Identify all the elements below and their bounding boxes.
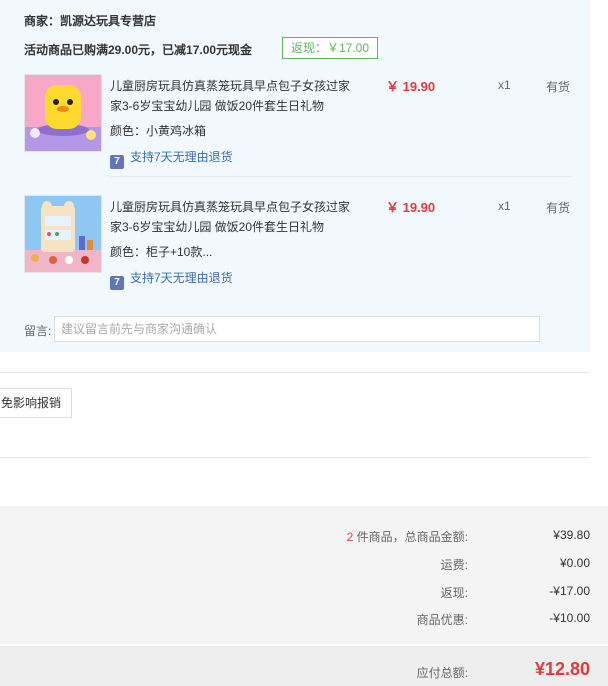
order-summary: 2 件商品，总商品金额: ¥39.80 运费: ¥0.00 返现: -¥17.0… [0,506,608,644]
product-thumbnail[interactable] [24,74,102,152]
shipping-row: 运费: ¥0.00 [0,556,608,576]
cashback-value: -¥17.00 [549,584,590,598]
product-quantity: x1 [498,78,511,92]
divider [0,372,590,373]
discount-value: -¥10.00 [549,611,590,625]
payable-value: ¥12.80 [534,659,590,679]
kitchen-cabinet-image [25,196,101,272]
list-item: 儿童厨房玩具仿真蒸笼玩具早点包子女孩过家家3-6岁宝宝幼儿园 做饭20件套生日礼… [24,74,572,174]
payable-label: 应付总额: [416,666,468,680]
cashback-label: 返现: [440,586,468,600]
invoice-option-button[interactable]: 免影响报销 [0,388,73,418]
goods-total-row: 2 件商品，总商品金额: ¥39.80 [0,528,608,548]
cashback-row: 返现: -¥17.00 [0,584,608,604]
return-policy: 7 支持7天无理由退货 [110,269,233,290]
product-title[interactable]: 儿童厨房玩具仿真蒸笼玩具早点包子女孩过家家3-6岁宝宝幼儿园 做饭20件套生日礼… [110,197,360,237]
promo-text: 活动商品已购满29.00元，已减17.00元现金 [24,43,253,57]
order-panel: 商家：凯源达玩具专营店 活动商品已购满29.00元，已减17.00元现金 返现：… [0,0,590,352]
return-icon: 7 [110,276,124,290]
product-price: ￥ 19.90 [386,79,436,94]
product-variant: 颜色：小黄鸡冰箱 [110,124,207,138]
return-policy-label: 支持7天无理由退货 [130,150,233,164]
store-name[interactable]: 商家：凯源达玩具专营店 [24,12,156,29]
chick-fridge-image [25,75,101,151]
list-item: 儿童厨房玩具仿真蒸笼玩具早点包子女孩过家家3-6岁宝宝幼儿园 做饭20件套生日礼… [24,195,572,295]
product-variant: 颜色：柜子+10款... [110,245,213,259]
stock-status: 有货 [546,201,571,215]
return-policy: 7 支持7天无理由退货 [110,148,233,169]
cashback-tag: 返现：￥17.00 [282,37,379,59]
product-title-link[interactable]: 儿童厨房玩具仿真蒸笼玩具早点包子女孩过家家3-6岁宝宝幼儿园 做饭20件套生日礼… [110,79,350,113]
product-thumbnail[interactable] [24,195,102,273]
shipping-value: ¥0.00 [559,556,590,570]
product-quantity: x1 [498,199,511,213]
discount-row: 商品优惠: -¥10.00 [0,611,608,631]
item-divider [110,176,572,177]
discount-label: 商品优惠: [416,613,468,627]
return-icon: 7 [110,155,124,169]
product-title-link[interactable]: 儿童厨房玩具仿真蒸笼玩具早点包子女孩过家家3-6岁宝宝幼儿园 做饭20件套生日礼… [110,200,350,234]
shipping-label: 运费: [440,558,468,572]
product-title[interactable]: 儿童厨房玩具仿真蒸笼玩具早点包子女孩过家家3-6岁宝宝幼儿园 做饭20件套生日礼… [110,76,360,116]
memo-label: 留言: [24,324,52,338]
product-price: ￥ 19.90 [386,200,436,215]
stock-status: 有货 [546,80,571,94]
payable-total-bar: 应付总额: ¥12.80 [0,646,608,686]
item-count-suffix: 件商品，总商品金额: [353,530,468,544]
memo-input[interactable] [54,316,540,342]
return-policy-label: 支持7天无理由退货 [130,271,233,285]
goods-total-label: 2 件商品，总商品金额: [347,528,468,545]
goods-total-value: ¥39.80 [553,528,590,542]
divider [0,457,590,458]
